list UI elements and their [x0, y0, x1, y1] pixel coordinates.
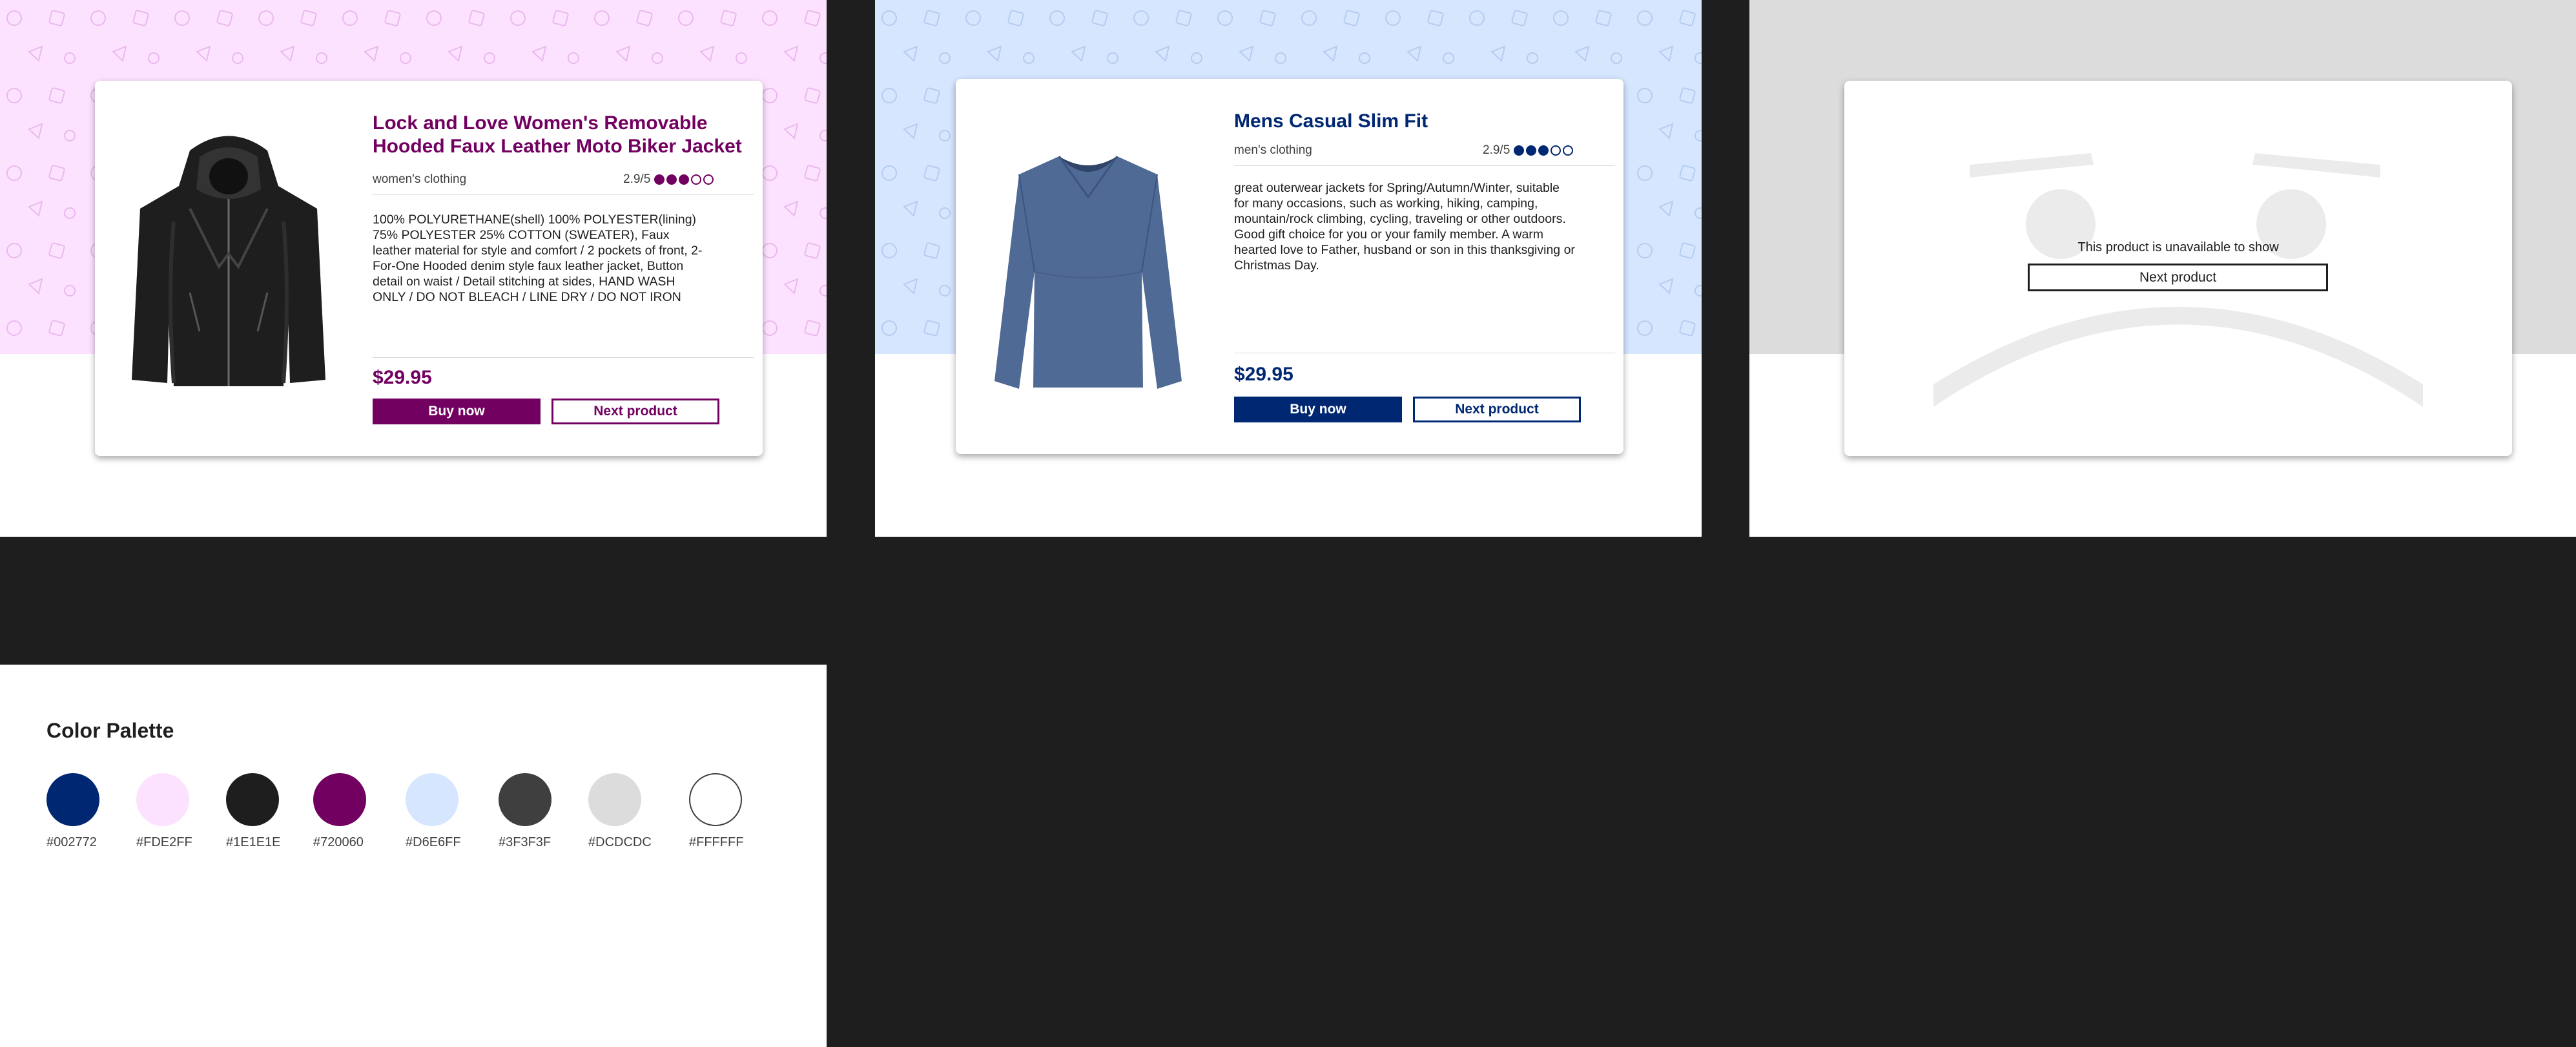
rating-dot-filled: [1526, 145, 1537, 156]
swatch-gray: #3F3F3F: [499, 773, 589, 850]
swatch-navy: #002772: [46, 773, 137, 850]
next-product-button[interactable]: Next product: [551, 399, 719, 424]
rating-dot-empty: [1551, 145, 1561, 156]
buy-now-button[interactable]: Buy now: [1234, 397, 1402, 422]
swatch-hex: #FDE2FF: [136, 835, 192, 849]
swatch-purple: #720060: [313, 773, 404, 850]
next-product-button[interactable]: Next product: [2028, 264, 2328, 291]
swatch-hex: #DCDCDC: [588, 835, 652, 849]
unavailable-frame: This product is unavailable to show Next…: [1749, 0, 2576, 537]
rating-text: 2.9/5: [1483, 143, 1510, 157]
divider: [1234, 165, 1615, 166]
product-card: Mens Casual Slim Fit men's clothing 2.9/…: [956, 79, 1623, 454]
rating-dot-empty: [703, 174, 714, 185]
product-frame-men: Mens Casual Slim Fit men's clothing 2.9/…: [875, 0, 1702, 537]
swatch-circle: [46, 773, 99, 826]
swatch-light-blue: #D6E6FF: [406, 773, 496, 850]
swatch-circle: [499, 773, 551, 826]
divider: [373, 194, 754, 195]
swatch-circle: [406, 773, 459, 826]
swatch-circle: [226, 773, 279, 826]
product-rating: 2.9/5: [1483, 143, 1574, 158]
product-rating: 2.9/5: [623, 172, 714, 187]
product-price: $29.95: [1234, 364, 1293, 385]
rating-dot-filled: [654, 174, 665, 185]
next-product-button[interactable]: Next product: [1413, 397, 1581, 422]
swatch-circle: [588, 773, 641, 826]
rating-dot-filled: [666, 174, 677, 185]
blue-long-sleeve-shirt-image: [994, 156, 1182, 389]
swatch-hex: #FFFFFF: [689, 835, 744, 849]
product-title: Lock and Love Women's Removable Hooded F…: [373, 112, 742, 157]
rating-dot-empty: [691, 174, 702, 185]
product-title: Mens Casual Slim Fit: [1234, 110, 1428, 132]
product-description: 100% POLYURETHANE(shell) 100% POLYESTER(…: [373, 213, 703, 304]
rating-dot-empty: [1563, 145, 1574, 156]
product-frame-women: Lock and Love Women's Removable Hooded F…: [0, 0, 827, 537]
palette-title: Color Palette: [46, 719, 174, 742]
swatch-hex: #720060: [313, 835, 364, 849]
product-card: Lock and Love Women's Removable Hooded F…: [95, 81, 763, 456]
swatch-hex: #1E1E1E: [226, 835, 281, 849]
product-description: great outerwear jackets for Spring/Autum…: [1234, 181, 1575, 273]
unavailable-message: This product is unavailable to show: [2077, 240, 2279, 254]
color-palette-frame: Color Palette #002772 #FDE2FF #1E1E1E #7…: [0, 665, 827, 1047]
rating-dot-filled: [1538, 145, 1549, 156]
swatch-hex: #3F3F3F: [499, 835, 551, 849]
swatch-circle: [136, 773, 189, 826]
unavailable-card: This product is unavailable to show Next…: [1844, 81, 2512, 456]
swatch-dark: #1E1E1E: [226, 773, 316, 850]
divider: [373, 357, 754, 358]
swatch-circle: [313, 773, 366, 826]
swatch-hex: #002772: [46, 835, 97, 849]
black-leather-jacket-image: [132, 136, 325, 386]
product-category: women's clothing: [373, 172, 467, 186]
rating-dot-filled: [1514, 145, 1525, 156]
product-price: $29.95: [373, 367, 432, 388]
buy-now-button[interactable]: Buy now: [373, 399, 541, 424]
swatch-light-gray: #DCDCDC: [588, 773, 679, 850]
swatch-pink: #FDE2FF: [136, 773, 227, 850]
product-category: men's clothing: [1234, 143, 1312, 157]
rating-text: 2.9/5: [623, 172, 651, 186]
swatch-circle: [689, 773, 742, 826]
swatch-hex: #D6E6FF: [406, 835, 461, 849]
rating-dot-filled: [679, 174, 690, 185]
swatch-white: #FFFFFF: [689, 773, 779, 850]
